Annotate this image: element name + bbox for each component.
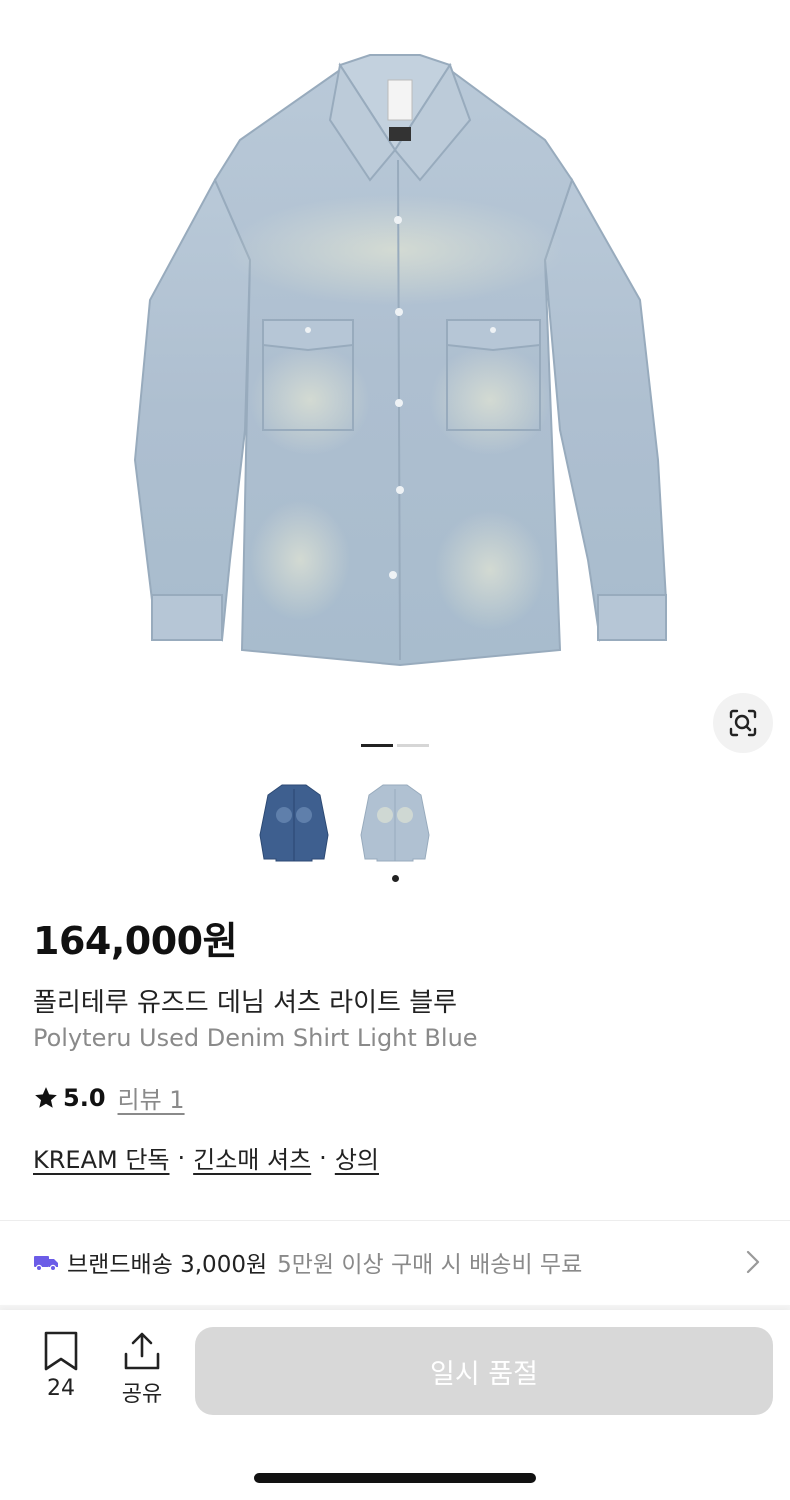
image-search-button[interactable] <box>713 693 773 753</box>
rating-value: 5.0 <box>63 1083 106 1112</box>
bookmark-button[interactable]: 24 <box>31 1330 91 1401</box>
chevron-right-icon <box>746 1250 760 1274</box>
category-breadcrumb: KREAM 단독 · 긴소매 셔츠 · 상의 <box>33 1140 379 1175</box>
home-indicator <box>254 1473 536 1483</box>
category-separator: · <box>177 1143 186 1172</box>
category-separator: · <box>319 1143 327 1172</box>
image-search-icon <box>729 709 757 737</box>
thumbnail-light-blue[interactable] <box>350 770 440 870</box>
dark-blue-shirt-icon <box>259 784 329 862</box>
sold-out-button[interactable]: 일시 품절 <box>195 1327 773 1415</box>
shirt-illustration <box>133 54 668 667</box>
product-price: 164,000원 <box>33 919 238 963</box>
light-blue-shirt-icon <box>360 784 430 862</box>
share-icon <box>124 1332 160 1370</box>
divider <box>0 1220 790 1221</box>
bookmark-icon <box>44 1331 78 1371</box>
pager-indicator-active <box>361 744 393 747</box>
star-icon <box>35 1086 57 1108</box>
product-main-image[interactable] <box>0 0 790 730</box>
selected-thumbnail-dot <box>392 875 399 882</box>
product-name-english: Polyteru Used Denim Shirt Light Blue <box>33 1024 478 1052</box>
free-shipping-note: 5만원 이상 구매 시 배송비 무료 <box>277 1252 583 1278</box>
pager-indicator <box>397 744 429 747</box>
share-button[interactable]: 공유 <box>112 1330 172 1408</box>
category-link-long-sleeve-shirts[interactable]: 긴소매 셔츠 <box>193 1140 311 1175</box>
product-name-korean: 폴리테루 유즈드 데님 셔츠 라이트 블루 <box>33 988 458 1018</box>
rating-row: 5.0 리뷰 1 <box>33 1080 185 1115</box>
category-link-tops[interactable]: 상의 <box>335 1140 379 1175</box>
share-label: 공유 <box>121 1382 163 1407</box>
review-link[interactable]: 리뷰 1 <box>118 1080 185 1115</box>
shipping-fee-label: 브랜드배송 3,000원 <box>67 1252 268 1278</box>
category-link-kream-exclusive[interactable]: KREAM 단독 <box>33 1140 170 1175</box>
bookmark-count: 24 <box>47 1376 75 1401</box>
shipping-info-row[interactable]: 브랜드배송 3,000원 5만원 이상 구매 시 배송비 무료 <box>33 1240 763 1284</box>
truck-icon <box>34 1256 58 1272</box>
thumbnail-dark-blue[interactable] <box>249 770 339 870</box>
